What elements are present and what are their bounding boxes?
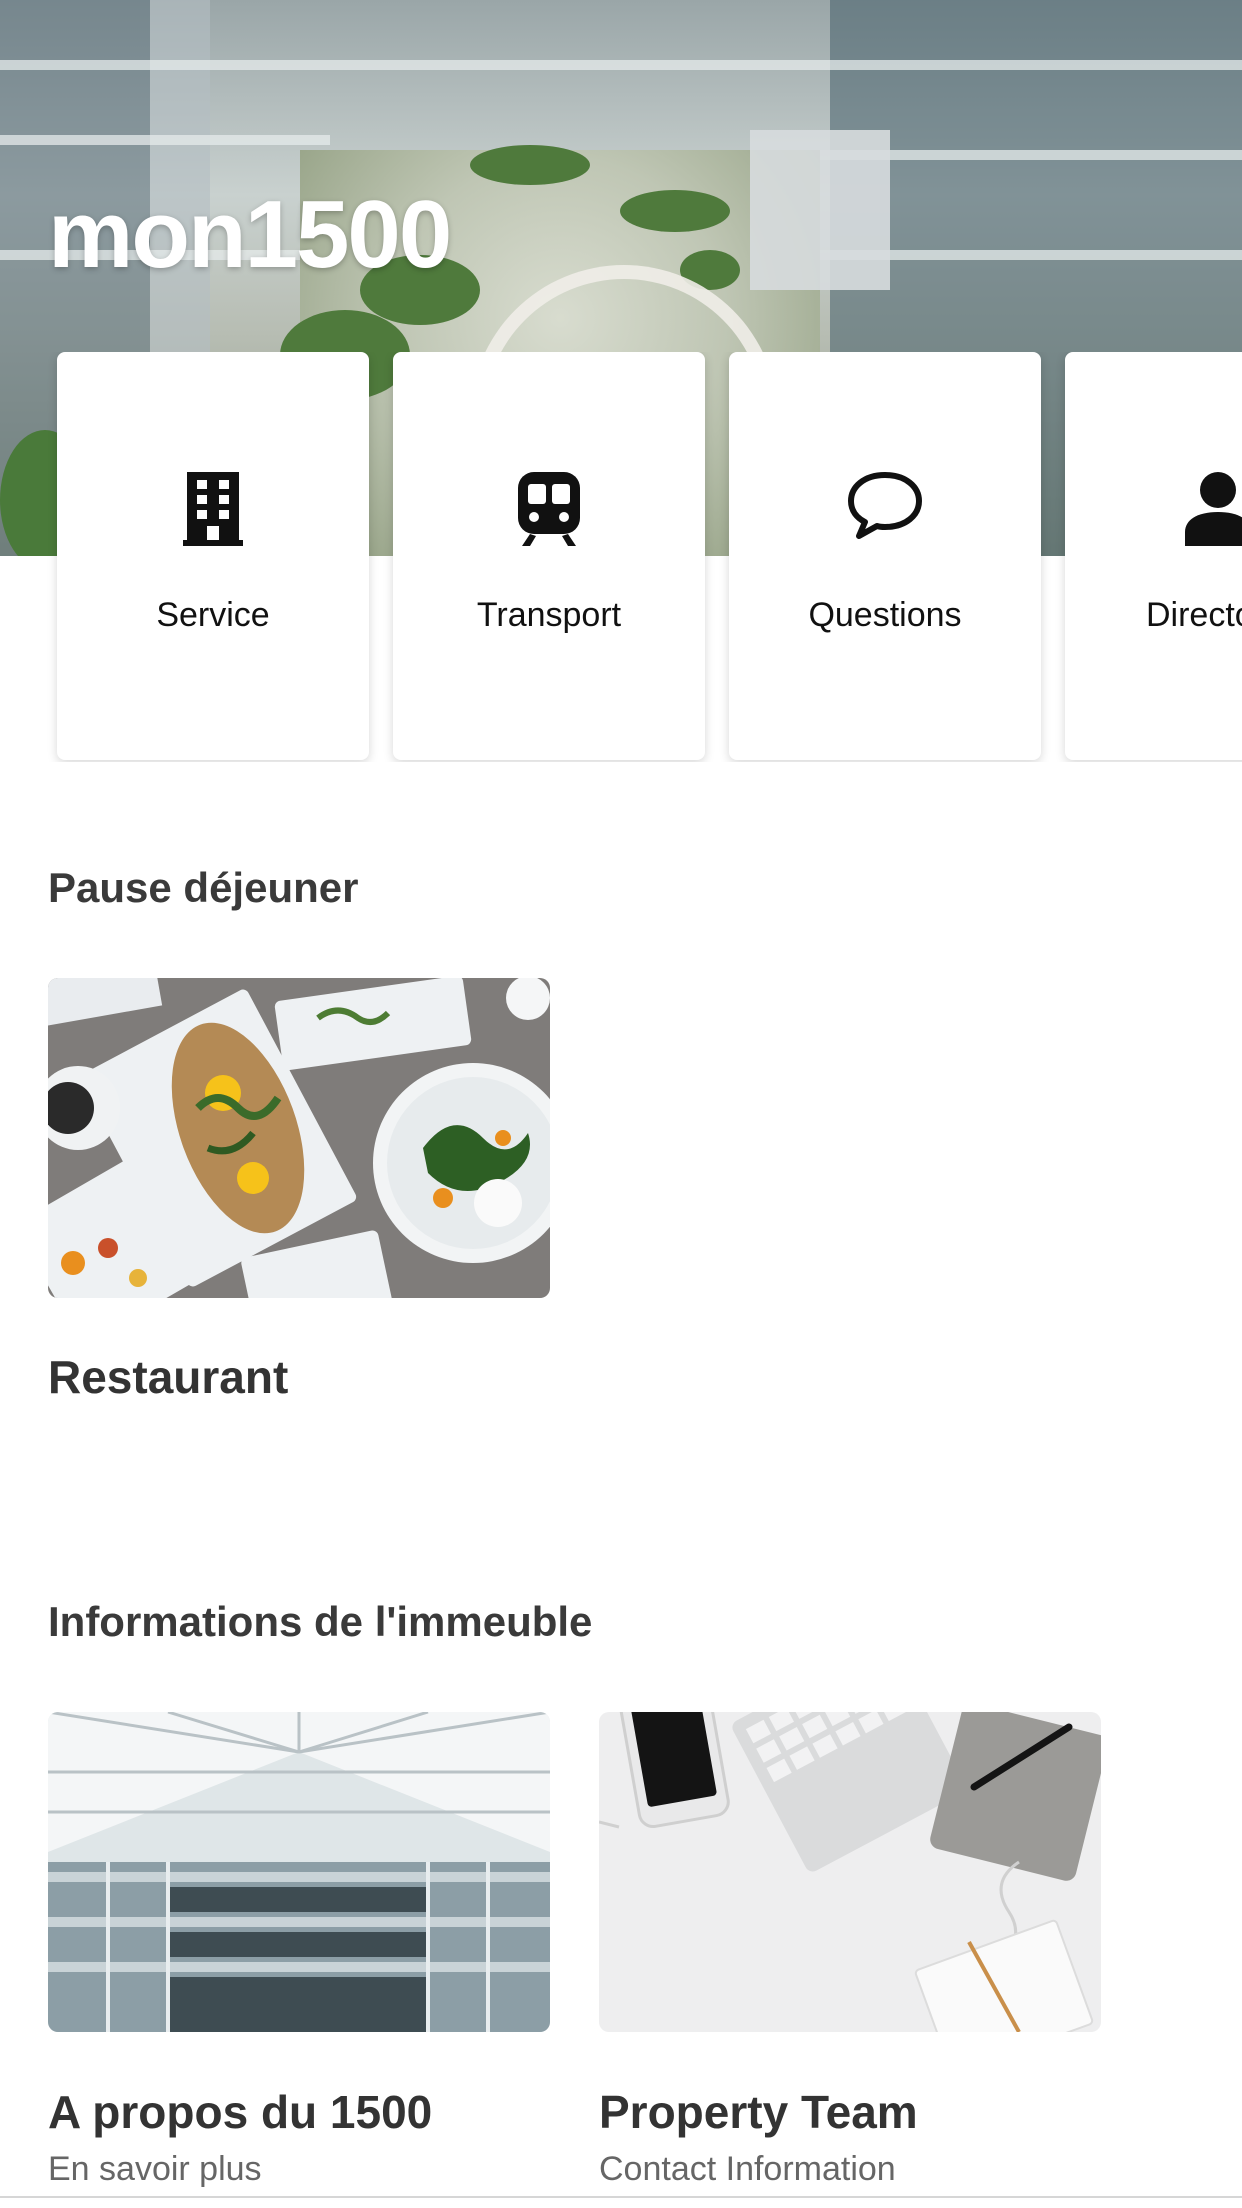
about-card-image[interactable] bbox=[48, 1712, 550, 2032]
tile-transport[interactable]: Transport bbox=[393, 352, 705, 760]
restaurant-title[interactable]: Restaurant bbox=[48, 1350, 288, 1404]
about-card-subtitle: En savoir plus bbox=[48, 2150, 262, 2188]
tile-label: Questions bbox=[808, 596, 962, 634]
app-title: mon1500 bbox=[48, 181, 452, 288]
section-title-lunch: Pause déjeuner bbox=[48, 864, 359, 911]
tile-questions[interactable]: Questions bbox=[729, 352, 1041, 760]
tile-service[interactable]: Service bbox=[57, 352, 369, 760]
restaurant-card-image[interactable] bbox=[48, 978, 550, 1298]
about-card-title[interactable]: A propos du 1500 bbox=[48, 2085, 432, 2139]
building-icon bbox=[183, 472, 243, 546]
train-icon bbox=[518, 472, 580, 546]
food-plates-photo bbox=[48, 978, 550, 1298]
property-team-card-image[interactable] bbox=[599, 1712, 1101, 2032]
speech-bubble-icon bbox=[848, 472, 922, 539]
tile-label: Transport bbox=[476, 596, 622, 634]
property-team-card-title[interactable]: Property Team bbox=[599, 2085, 918, 2139]
person-icon bbox=[1185, 472, 1242, 546]
section-title-building-info: Informations de l'immeuble bbox=[48, 1598, 593, 1645]
tile-label: Directory bbox=[1146, 596, 1242, 634]
desk-workspace-photo bbox=[599, 1712, 1101, 2032]
quick-links-carousel[interactable]: Service Transport Questions Direct bbox=[0, 352, 1242, 762]
tile-directory[interactable]: Directory bbox=[1065, 352, 1242, 760]
tile-label: Service bbox=[156, 596, 270, 634]
bottom-divider bbox=[0, 2196, 1242, 2198]
glass-atrium-photo bbox=[48, 1712, 550, 2032]
property-team-card-subtitle: Contact Information bbox=[599, 2150, 896, 2188]
